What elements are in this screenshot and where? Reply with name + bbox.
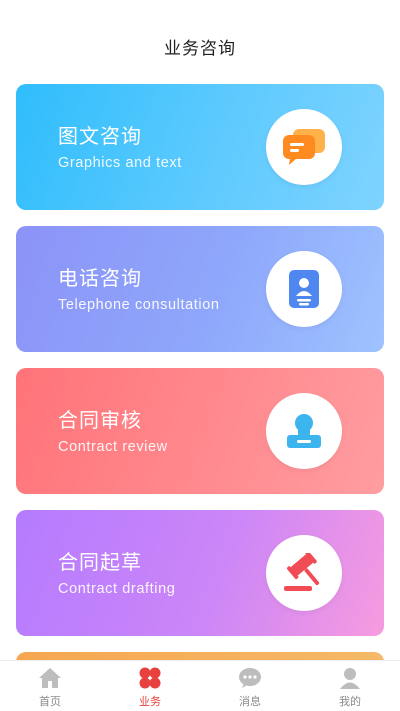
tab-label: 我的 — [339, 695, 361, 708]
stamp-icon — [266, 393, 342, 469]
clover-icon — [137, 665, 163, 691]
card-contract-drafting[interactable]: 合同起草 Contract drafting — [16, 510, 384, 636]
card-title: 合同审核 — [58, 408, 142, 432]
card-contract-review[interactable]: 合同审核 Contract review — [16, 368, 384, 494]
card-subtitle: Telephone consultation — [58, 297, 220, 313]
contact-card-icon — [266, 251, 342, 327]
card-subtitle: Contract review — [58, 439, 168, 455]
message-icon — [237, 665, 263, 691]
tab-profile[interactable]: 我的 — [300, 661, 400, 711]
tab-home[interactable]: 首页 — [0, 661, 100, 711]
page-title: 业务咨询 — [164, 39, 236, 59]
card-title: 电话咨询 — [58, 266, 142, 290]
chat-bubbles-icon — [266, 109, 342, 185]
gavel-icon — [266, 535, 342, 611]
tab-business[interactable]: 业务 — [100, 661, 200, 711]
card-telephone-consultation[interactable]: 电话咨询 Telephone consultation — [16, 226, 384, 352]
card-title: 图文咨询 — [58, 124, 142, 148]
bottom-tab-bar: 首页 业务 消息 我的 — [0, 660, 400, 711]
card-title: 合同起草 — [58, 550, 142, 574]
tab-label: 消息 — [239, 695, 261, 708]
card-subtitle: Graphics and text — [58, 155, 182, 171]
header: 业务咨询 — [0, 0, 400, 88]
card-subtitle: Contract drafting — [58, 581, 176, 597]
card-graphics-text[interactable]: 图文咨询 Graphics and text — [16, 84, 384, 210]
tab-label: 业务 — [139, 695, 161, 708]
tab-label: 首页 — [39, 695, 61, 708]
home-icon — [37, 665, 63, 691]
profile-icon — [337, 665, 363, 691]
tab-messages[interactable]: 消息 — [200, 661, 300, 711]
